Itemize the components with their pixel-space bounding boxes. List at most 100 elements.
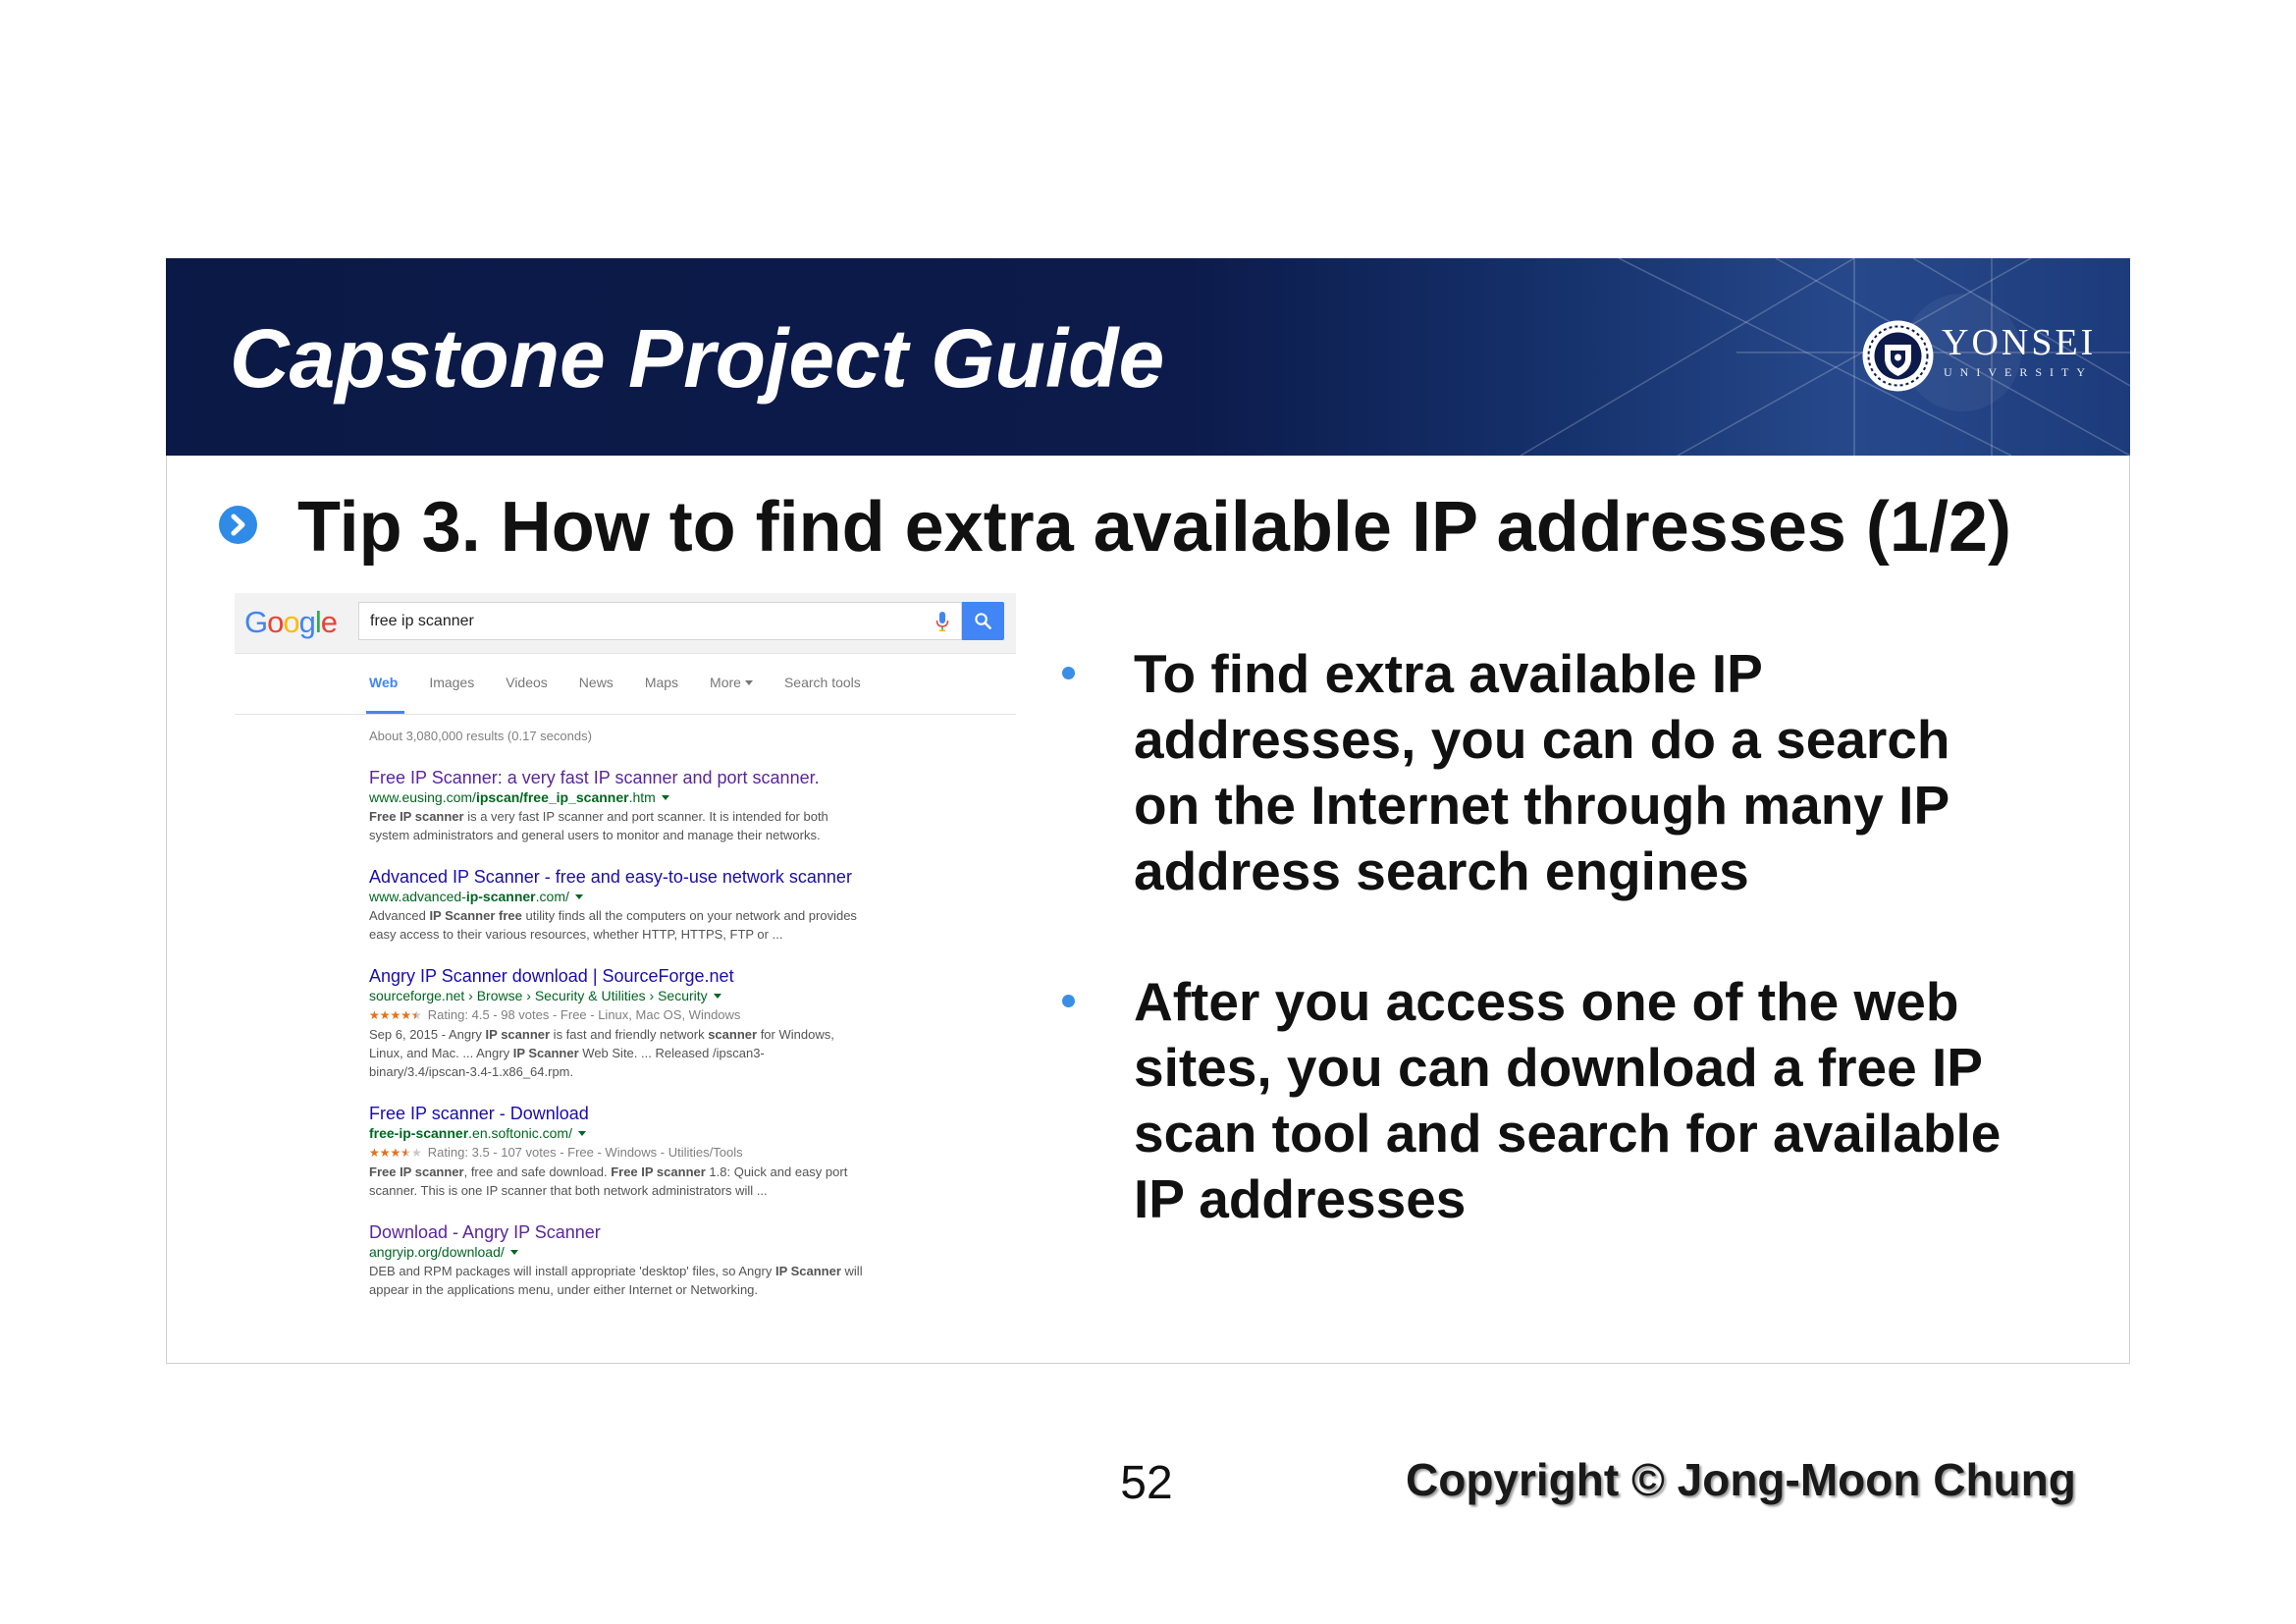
result-snippet-line: DEB and RPM packages will install approp… [369,1262,1007,1280]
result-snippet-line: appear in the applications menu, under e… [369,1280,1007,1299]
text-segment: free-ip-scanner [369,1125,469,1141]
search-input[interactable] [359,603,909,639]
text-segment: Web Site. ... Released /ipscan3- [578,1046,765,1060]
text-segment: binary/3.4/ipscan-3.4-1.x86_64.rpm. [369,1064,574,1079]
text-segment: .com/ [535,889,569,904]
result-url: free-ip-scanner.en.softonic.com/ [369,1124,1007,1143]
search-tabs: Web Images Videos News Maps More Search … [369,676,861,689]
text-segment: 1.8: Quick and easy port [705,1164,848,1179]
bullet-dot-icon [1062,667,1075,679]
text-segment: Advanced [369,908,430,923]
tab-maps[interactable]: Maps [645,676,678,689]
result-rating: ★★★★★★★★★★ Rating: 3.5 - 107 votes - Free… [369,1143,1007,1163]
logo-letter: o [283,605,299,639]
search-result: Angry IP Scanner download | SourceForge.… [369,966,1007,1081]
search-results-screenshot: Google Web Images Videos News Maps More … [235,593,1016,1304]
tab-web[interactable]: Web [369,676,398,689]
tab-videos[interactable]: Videos [506,676,548,689]
text-segment: , free and safe download. [463,1164,612,1179]
result-title-link[interactable]: Angry IP Scanner download | SourceForge.… [369,966,1007,987]
tab-more-label: More [710,675,741,690]
text-segment: www.advanced- [369,889,466,904]
search-result: Download - Angry IP Scanner angryip.org/d… [369,1222,1007,1299]
url-dropdown-icon[interactable] [574,894,583,899]
search-result: Free IP scanner - Download free-ip-scanne… [369,1104,1007,1200]
result-title-link[interactable]: Free IP scanner - Download [369,1104,1007,1124]
result-snippet-line: Sep 6, 2015 - Angry IP scanner is fast a… [369,1025,1007,1044]
text-segment: appear in the applications menu, under e… [369,1282,759,1297]
result-snippet-line: system administrators and general users … [369,826,1007,844]
google-logo[interactable]: Google [244,605,338,639]
logo-wordmark: YONSEI [1942,322,2097,363]
text-segment: angryip.org/download/ [369,1244,505,1260]
text-segment: scanner. This is one IP scanner that bot… [369,1183,768,1198]
bullet-text: To find extra available IP addresses, yo… [1134,643,1950,901]
tab-news[interactable]: News [579,676,614,689]
text-segment: IP scanner [485,1027,551,1042]
text-segment: .en.softonic.com/ [468,1125,572,1141]
result-url: www.advanced-ip-scanner.com/ [369,888,1007,906]
result-rating: ★★★★★★★★★★ Rating: 4.5 - 98 votes - Free … [369,1005,1007,1025]
rating-stars-fill: ★★★★★ [369,1146,406,1160]
slide-header: Capstone Project Guide YONSEI UNIVERSITY [166,258,2130,456]
result-snippet-line: Free IP scanner is a very fast IP scanne… [369,807,1007,826]
result-url: sourceforge.net › Browse › Security & Ut… [369,987,1007,1005]
text-segment: system administrators and general users … [369,828,821,842]
slide-heading: Tip 3. How to find extra available IP ad… [297,488,2011,567]
logo-letter: g [298,605,316,639]
result-snippet-line: binary/3.4/ipscan-3.4-1.x86_64.rpm. [369,1062,1007,1081]
result-stats: About 3,080,000 results (0.17 seconds) [369,729,592,743]
search-box [358,602,962,640]
result-snippet-line: Advanced IP Scanner free utility finds a… [369,906,1007,925]
results-list: Free IP Scanner: a very fast IP scanner … [369,768,1007,1322]
chevron-down-icon [744,680,753,685]
rating-stars-fill: ★★★★★ [369,1008,416,1022]
text-segment: ipscan/free_ip_scanner [475,789,629,805]
copyright-notice: Copyright © Jong-Moon Chung [1406,1454,2076,1505]
search-header-bar: Google [235,593,1016,654]
text-segment: sourceforge.net › Browse › Security & Ut… [369,988,708,1003]
university-crest-icon [1862,320,1934,392]
result-title-link[interactable]: Advanced IP Scanner - free and easy-to-u… [369,867,1007,888]
text-segment: Free IP scanner [611,1164,706,1179]
text-segment: Free IP scanner [369,809,464,824]
text-segment: is fast and friendly network [550,1027,709,1042]
divider [235,714,1016,715]
tab-more[interactable]: More [710,676,753,689]
url-dropdown-icon[interactable] [661,795,669,800]
bullet-text: After you access one of the web sites, y… [1134,971,2002,1229]
text-segment: Free IP scanner [369,1164,464,1179]
tab-search-tools[interactable]: Search tools [784,676,861,689]
text-segment: is a very fast IP scanner and port scann… [463,809,828,824]
microphone-icon[interactable] [934,611,950,632]
url-dropdown-icon[interactable] [713,994,721,999]
text-segment: IP Scanner [512,1046,579,1060]
url-dropdown-icon[interactable] [577,1131,586,1136]
text-segment: IP Scanner [774,1264,841,1278]
text-segment: DEB and RPM packages will install approp… [369,1264,775,1278]
search-result: Advanced IP Scanner - free and easy-to-u… [369,867,1007,944]
text-segment: IP Scanner free [429,908,522,923]
result-title-link[interactable]: Download - Angry IP Scanner [369,1222,1007,1243]
rating-stars-icon: ★★★★★★★★★★ [369,1144,422,1163]
text-segment: will [840,1264,863,1278]
rating-text: Rating: 3.5 - 107 votes - Free - Windows… [427,1145,743,1160]
logo-letter: o [267,605,284,639]
text-segment: .htm [628,789,656,805]
result-url: angryip.org/download/ [369,1243,1007,1262]
page-number: 52 [1120,1457,1173,1509]
search-button[interactable] [962,602,1004,640]
text-segment: for Windows, [757,1027,834,1042]
slide-title: Capstone Project Guide [230,312,1165,405]
result-title-link[interactable]: Free IP Scanner: a very fast IP scanner … [369,768,1007,788]
result-snippet-line: Linux, and Mac. ... Angry IP Scanner Web… [369,1044,1007,1062]
text-segment: www.eusing.com/ [369,789,476,805]
result-snippet-line: scanner. This is one IP scanner that bot… [369,1181,1007,1200]
rating-stars-icon: ★★★★★★★★★★ [369,1006,422,1025]
tab-images[interactable]: Images [429,676,474,689]
text-segment: ip-scanner [465,889,536,904]
result-url: www.eusing.com/ipscan/free_ip_scanner.ht… [369,788,1007,807]
text-segment: Linux, and Mac. ... Angry [369,1046,513,1060]
text-segment: Sep 6, 2015 - Angry [369,1027,486,1042]
url-dropdown-icon[interactable] [509,1250,518,1255]
